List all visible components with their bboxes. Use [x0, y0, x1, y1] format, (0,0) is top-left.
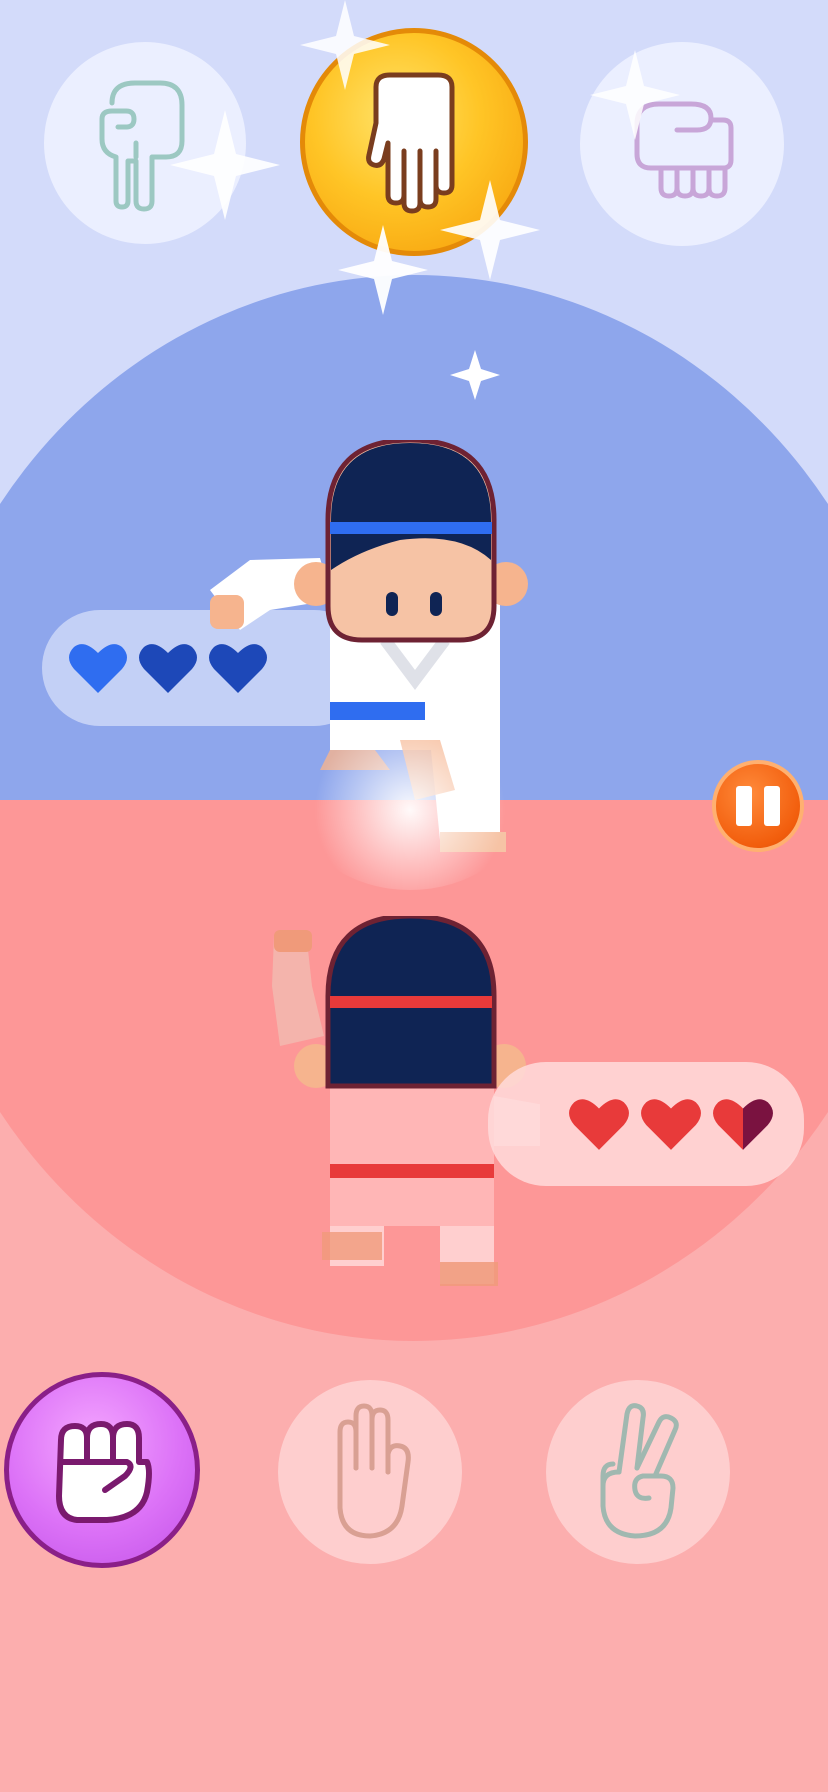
player-lives-panel: [488, 1062, 804, 1186]
pause-icon: [736, 786, 780, 826]
rock-fist-icon: [56, 1421, 152, 1523]
sparkle-effect: [170, 110, 280, 220]
sparkle-effect: [300, 0, 390, 90]
pause-button[interactable]: [712, 760, 804, 852]
rock-button[interactable]: [4, 1372, 200, 1568]
heart-full-icon: [569, 1099, 629, 1150]
heart-full-icon: [139, 644, 197, 693]
scissors-hand-icon: [600, 1403, 679, 1539]
sparkle-effect: [450, 350, 500, 400]
scissors-button[interactable]: [546, 1380, 730, 1564]
sparkle-effect: [338, 225, 428, 315]
heart-full-icon: [641, 1099, 701, 1150]
heart-half-icon: [713, 1099, 773, 1150]
paper-hand-icon: [337, 1403, 411, 1539]
game-stage: [0, 0, 828, 1792]
heart-full-icon: [69, 644, 127, 693]
sparkle-effect: [440, 180, 540, 280]
paper-button[interactable]: [278, 1380, 462, 1564]
sparkle-effect: [590, 50, 680, 140]
impact-glow: [300, 730, 520, 890]
